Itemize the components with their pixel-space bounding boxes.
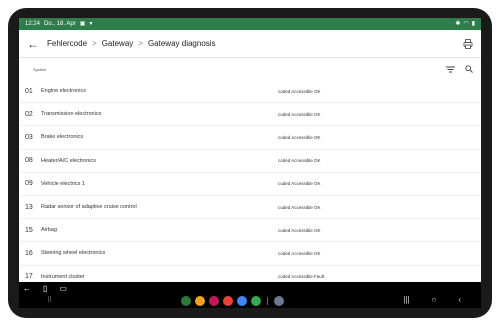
control-unit-name: Airbag [41, 227, 57, 234]
home-icon[interactable]: ○ [431, 295, 436, 304]
printer-icon[interactable] [463, 38, 473, 49]
wifi-icon: ◠ [463, 21, 469, 27]
dock-separator [267, 297, 268, 305]
screen: 12:24 Do., 18. Apr ▣ ▾ ✱ ◠ ▮ ← Fehlercod… [19, 18, 481, 308]
app-car-icon[interactable] [181, 296, 191, 306]
control-unit-name: Vehicle electrics 1 [41, 180, 86, 187]
list-item[interactable]: 03 Brake electronics coded Accessible OK [19, 126, 481, 150]
control-unit-name: Steering wheel electronics [41, 250, 106, 257]
phone-icon[interactable]: ▯ [43, 284, 47, 293]
row-number: 01 [25, 87, 33, 95]
app-chrome-icon[interactable] [237, 296, 247, 306]
breadcrumb-item-gateway-diagnosis: Gateway diagnosis [147, 39, 216, 48]
control-unit-list: 01 Engine electronics coded Accessible OK 0… [19, 80, 481, 289]
control-unit-name: Radar sensor of adaptive cruise control [41, 204, 137, 211]
list-item[interactable]: 16 Steering wheel electronics coded Access… [19, 242, 481, 266]
control-unit-status: coded Accessible OK [278, 111, 321, 117]
list-item[interactable]: 09 Vehicle electrics 1 coded Accessible OK [19, 173, 481, 196]
app-camera-icon[interactable] [274, 296, 284, 306]
control-unit-status: coded Accessible OK [278, 227, 321, 233]
app-dock [181, 296, 284, 306]
control-unit-name: Instrument cluster [41, 273, 85, 280]
app-drawer-icon[interactable]: ⠿ [47, 296, 52, 304]
control-unit-status: coded Accessible OK [278, 134, 321, 140]
back-nav-icon[interactable]: ← [23, 284, 31, 293]
control-unit-name: Heater/A/C electronics [41, 157, 97, 164]
control-unit-status: coded Accessible Fault [278, 274, 325, 280]
status-time: 12:24 [25, 21, 41, 27]
control-unit-status: coded Accessible OK [278, 250, 321, 256]
row-number: 16 [25, 249, 33, 257]
list-item[interactable]: 02 Transmission electronics coded Accessib… [19, 103, 481, 127]
row-number: 09 [25, 180, 33, 188]
app-flower-icon[interactable] [209, 296, 219, 306]
recents-icon[interactable]: ||| [403, 295, 409, 304]
control-unit-name: Brake electronics [41, 134, 84, 141]
breadcrumb-item-fehlercode[interactable]: Fehlercode [47, 39, 87, 48]
control-unit-status: coded Accessible OK [278, 204, 321, 210]
list-item[interactable]: 01 Engine electronics coded Accessible OK [19, 80, 481, 104]
row-number: 03 [25, 133, 33, 141]
notification-pin-icon: ▾ [89, 21, 93, 27]
battery-icon: ▮ [471, 21, 475, 27]
row-number: 08 [25, 157, 33, 165]
app-gmail-icon[interactable] [223, 296, 233, 306]
breadcrumb-separator: > [92, 39, 97, 48]
bluetooth-icon: ✱ [455, 21, 461, 27]
tablet-frame: 12:24 Do., 18. Apr ▣ ▾ ✱ ◠ ▮ ← Fehlercod… [8, 8, 492, 318]
list-item[interactable]: 08 Heater/A/C electronics coded Accessible… [19, 150, 481, 173]
row-number: 13 [25, 203, 33, 211]
control-unit-name: Engine electronics [41, 88, 86, 95]
control-unit-status: coded Accessible OK [278, 181, 321, 187]
breadcrumb-item-gateway[interactable]: Gateway [102, 39, 134, 48]
status-bar: 12:24 Do., 18. Apr ▣ ▾ ✱ ◠ ▮ [19, 18, 481, 30]
status-date: Do., 18. Apr [44, 21, 76, 27]
search-icon[interactable] [465, 65, 473, 73]
row-number: 15 [25, 226, 33, 234]
control-unit-status: coded Accessible OK [278, 158, 321, 164]
navigation-bar: ← ▯ ▭ ⠿ ||| ○ ‹ [19, 282, 481, 308]
list-item[interactable]: 15 Airbag coded Accessible OK [19, 219, 481, 243]
app-folder-icon[interactable] [195, 296, 205, 306]
breadcrumb: Fehlercode > Gateway > Gateway diagnosis [47, 39, 216, 48]
app-bar: ← Fehlercode > Gateway > Gateway diagnos… [19, 30, 481, 58]
row-number: 17 [25, 273, 33, 281]
row-number: 02 [25, 110, 33, 118]
window-icon[interactable]: ▭ [59, 284, 67, 293]
control-unit-status: coded Accessible OK [278, 88, 321, 94]
back-system-icon[interactable]: ‹ [458, 295, 461, 304]
control-unit-name: Transmission electronics [41, 111, 102, 118]
back-arrow-icon[interactable]: ← [27, 37, 43, 51]
list-toolbar: System [19, 61, 481, 77]
list-item[interactable]: 13 Radar sensor of adaptive cruise contro… [19, 196, 481, 220]
sort-system-label[interactable]: System [33, 67, 46, 72]
notification-image-icon: ▣ [79, 21, 86, 27]
app-play-store-icon[interactable] [251, 296, 261, 306]
filter-icon[interactable] [446, 66, 455, 73]
breadcrumb-separator: > [138, 39, 143, 48]
